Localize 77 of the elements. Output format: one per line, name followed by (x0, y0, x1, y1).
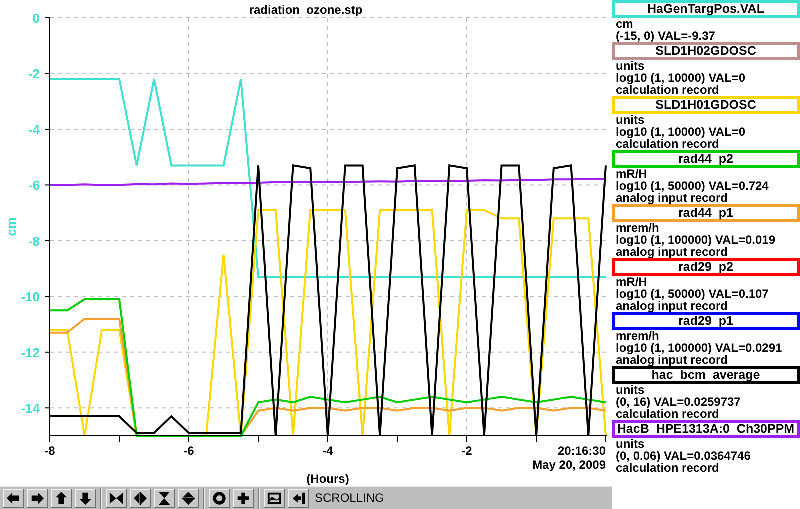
plus-icon (236, 490, 251, 506)
range-label: log10 (1, 50000) VAL=0.107 (615, 288, 770, 300)
up-arrow-icon (54, 490, 69, 506)
ring-icon (212, 490, 227, 506)
axis-tick-label: -8 (44, 444, 56, 458)
record-type-label: calculation record (615, 138, 720, 150)
axis-tick-label: -12 (21, 345, 40, 360)
units-label: cm (615, 18, 634, 30)
axis-tick-label: 0 (32, 11, 40, 26)
units-label: units (615, 60, 646, 72)
pan-up-button[interactable] (51, 488, 72, 508)
axis-tick-label: -10 (21, 290, 40, 305)
range-label: (0, 0.06) VAL=0.0364746 (615, 450, 752, 462)
pan-right-button[interactable] (27, 488, 48, 508)
record-type-label: calculation record (615, 408, 720, 420)
range-label: log10 (1, 100000) VAL=0.0291 (615, 342, 784, 354)
signal-name-button[interactable]: HacB_HPE1313A:0_Ch30PPM (612, 420, 800, 438)
signal-name-button[interactable]: SLD1H02GDOSC (612, 42, 800, 60)
hourglass-icon (157, 490, 172, 506)
pan-down-button[interactable] (75, 488, 96, 508)
record-type-label: calculation record (615, 462, 720, 474)
record-type-label: analog input record (615, 192, 730, 204)
signal-name-button[interactable]: HaGenTargPos.VAL (612, 0, 800, 18)
axis-tick-label: -2 (462, 444, 472, 458)
axis-tick-label: -6 (184, 444, 194, 458)
pan-left-button[interactable] (3, 488, 24, 508)
range-label: log10 (1, 10000) VAL=0 (615, 72, 747, 84)
axis-tick-label: -14 (21, 401, 40, 416)
axis-tick-label: -2 (28, 66, 40, 82)
signal-name-button[interactable]: rad44_p2 (612, 150, 800, 168)
signal-name-button[interactable]: rad29_p2 (612, 258, 800, 276)
right-arrow-icon (30, 490, 45, 506)
outward-arrows-icon (133, 490, 148, 506)
range-label: (-15, 0) VAL=-9.37 (615, 30, 716, 42)
range-label: log10 (1, 50000) VAL=0.724 (615, 180, 770, 192)
axis-tick-label: -6 (28, 178, 40, 194)
record-type-label: calculation record (615, 84, 720, 96)
refresh-button[interactable] (209, 488, 230, 508)
range-label: (0, 16) VAL=0.0259737 (615, 396, 742, 408)
units-label: units (615, 114, 646, 126)
record-type-label: analog input record (615, 354, 730, 366)
axis-tick-label: -4 (28, 122, 40, 138)
signal-name-button[interactable]: hac_bcm_average (612, 366, 800, 384)
units-label: mrem/h (615, 330, 660, 342)
zoom-out-range-button[interactable] (178, 488, 199, 508)
range-label: log10 (1, 100000) VAL=0.019 (615, 234, 777, 246)
left-arrow-icon (6, 490, 21, 506)
add-button[interactable] (233, 488, 254, 508)
wave-icon (267, 490, 282, 506)
axis-title: cm (4, 218, 19, 236)
zoom-in-time-button[interactable] (106, 488, 127, 508)
record-type-label: analog input record (615, 246, 730, 258)
zoom-in-range-button[interactable] (154, 488, 175, 508)
record-type-label: analog input record (615, 300, 730, 312)
signal-name-button[interactable]: rad29_p1 (612, 312, 800, 330)
graph-button[interactable] (264, 488, 285, 508)
units-label: mR/H (615, 276, 648, 288)
mode-status: SCROLLING (315, 491, 384, 505)
down-arrow-icon (78, 490, 93, 506)
chart-title: radiation_ozone.stp (249, 3, 363, 17)
axis-title: (Hours) (306, 472, 350, 486)
inward-arrows-icon (109, 490, 124, 506)
date-label: May 20, 2009 (532, 458, 606, 472)
axis-tick-label: -8 (28, 234, 40, 249)
axis-tick-label: -4 (322, 444, 334, 458)
live-button[interactable] (288, 488, 309, 508)
zoom-out-time-button[interactable] (130, 488, 151, 508)
signal-name-button[interactable]: rad44_p1 (612, 204, 800, 222)
units-label: mR/H (615, 168, 648, 180)
units-label: units (615, 384, 646, 396)
units-label: units (615, 438, 646, 450)
time-label: 20:16:30 (558, 444, 606, 458)
arrow-to-bar-icon (291, 490, 306, 506)
signal-name-button[interactable]: SLD1H01GDOSC (612, 96, 800, 114)
range-label: log10 (1, 10000) VAL=0 (615, 126, 747, 138)
up-down-arrows-icon (181, 490, 196, 506)
units-label: mrem/h (615, 222, 660, 234)
